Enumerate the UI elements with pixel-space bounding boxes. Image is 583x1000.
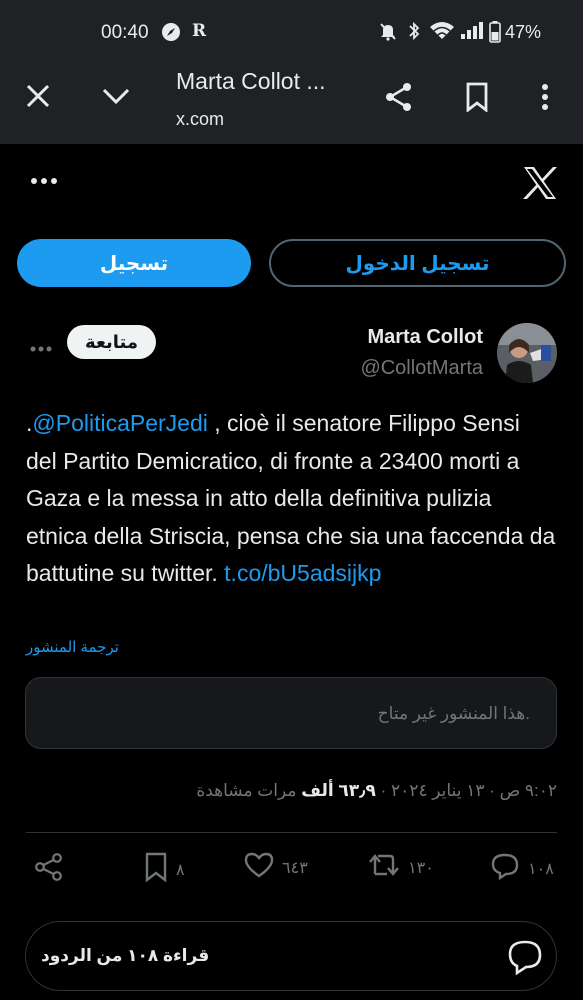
bookmark-outline-icon	[144, 852, 168, 887]
reply-icon	[490, 852, 520, 885]
browser-toolbar: Marta Collot ... x.com	[0, 58, 583, 144]
divider	[26, 832, 557, 833]
login-button[interactable]: تسجيل الدخول	[269, 239, 566, 287]
retweet-button[interactable]: ١٣٠	[368, 852, 434, 883]
chevron-down-icon[interactable]	[96, 76, 136, 116]
author-handle[interactable]: @CollotMarta	[360, 357, 483, 380]
tweet-text: .@PoliticaPerJedi , cioè il senatore Fil…	[26, 405, 556, 593]
retweet-icon	[368, 852, 400, 883]
like-button[interactable]: ٦٤٣	[244, 852, 308, 883]
battery-icon	[489, 21, 501, 48]
status-bar: 00:40 R 47%	[0, 0, 583, 58]
compass-icon	[160, 21, 182, 48]
bookmark-tweet-button[interactable]: ٨	[144, 852, 185, 887]
reply-button[interactable]: ١٠٨	[490, 852, 554, 885]
tweet-page: تسجيل تسجيل الدخول Marta Collot @CollotM…	[0, 144, 583, 1000]
unavailable-post-label: هذا المنشور غير متاح.	[377, 704, 530, 723]
tweet-time[interactable]: ٩:٠٢ ص	[500, 781, 557, 800]
signal-icon	[460, 21, 486, 46]
like-count: ٦٤٣	[282, 859, 308, 877]
tweet-date[interactable]: ١٣ يناير ٢٠٢٤	[391, 781, 484, 800]
signup-button[interactable]: تسجيل	[17, 239, 251, 287]
share-tweet-icon	[34, 852, 64, 887]
close-icon[interactable]	[18, 76, 58, 116]
views-count: ٦٣٫٩ ألف	[301, 781, 376, 800]
r-icon: R	[192, 21, 207, 41]
more-vert-icon[interactable]	[525, 76, 565, 118]
read-replies-label: قراءة ١٠٨ من الردود	[41, 946, 210, 965]
read-replies-button[interactable]: قراءة ١٠٨ من الردود	[25, 921, 557, 991]
author-name[interactable]: Marta Collot	[367, 326, 483, 349]
menu-more-icon[interactable]	[30, 172, 58, 190]
views-label: مرات مشاهدة	[196, 781, 297, 800]
wifi-icon	[429, 21, 455, 46]
reply-count: ١٠٨	[528, 860, 554, 878]
page-title[interactable]: Marta Collot ...	[176, 68, 326, 95]
page-url[interactable]: x.com	[176, 109, 224, 130]
mention-link[interactable]: @PoliticaPerJedi	[32, 410, 207, 436]
tweet-meta: ٩:٠٢ ص · ١٣ يناير ٢٠٢٤ · ٦٣٫٩ ألف مرات م…	[196, 781, 557, 800]
bookmark-count: ٨	[176, 861, 185, 879]
unavailable-post-card: هذا المنشور غير متاح.	[25, 677, 557, 749]
heart-icon	[244, 852, 274, 883]
mute-icon	[378, 21, 398, 46]
share-tweet-button[interactable]	[34, 852, 64, 887]
tweet-more-icon[interactable]	[30, 339, 52, 357]
battery-percent: 47%	[504, 22, 541, 42]
translate-post-link[interactable]: ترجمة المنشور	[26, 638, 119, 656]
replies-bubble-icon	[506, 938, 544, 981]
tweet-url-link[interactable]: t.co/bU5adsijkp	[224, 560, 381, 586]
avatar[interactable]	[497, 323, 557, 383]
follow-button[interactable]: متابعة	[67, 325, 156, 359]
bluetooth-icon	[407, 21, 421, 46]
status-time: 00:40	[101, 22, 149, 43]
bookmark-icon[interactable]	[456, 76, 498, 118]
x-logo-icon[interactable]	[522, 166, 558, 205]
share-icon[interactable]	[378, 76, 420, 118]
retweet-count: ١٣٠	[408, 859, 434, 877]
